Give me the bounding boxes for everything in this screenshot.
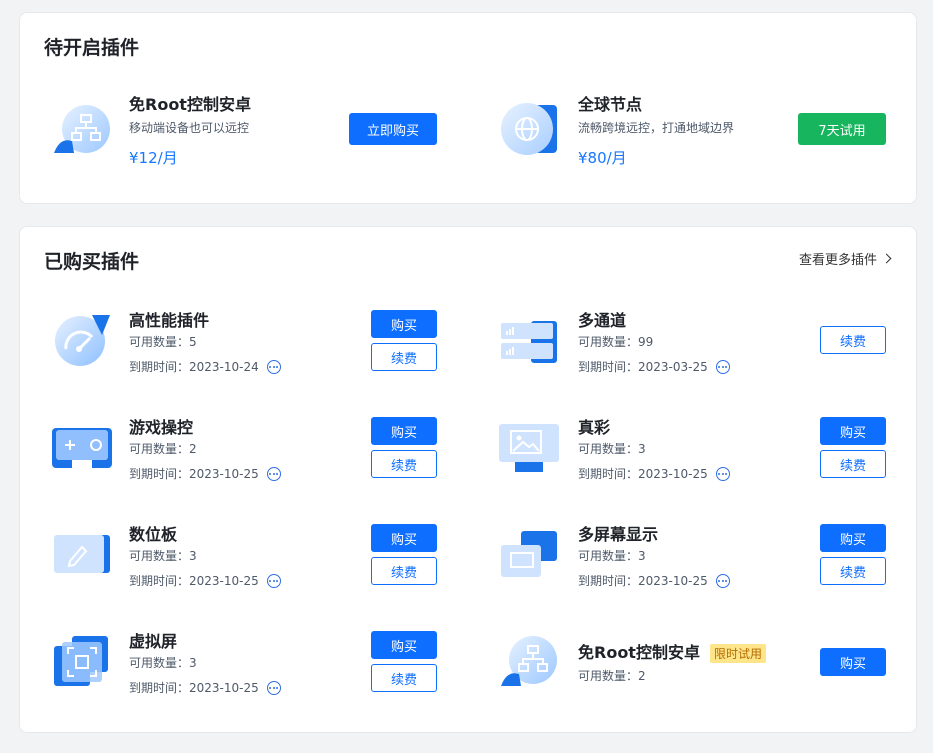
plugin-name: 高性能插件 bbox=[129, 311, 210, 330]
gamepad-icon bbox=[52, 418, 112, 478]
buy-now-button[interactable]: 立即购买 bbox=[349, 113, 437, 145]
buy-button[interactable]: 购买 bbox=[820, 648, 886, 676]
available-qty: 可用数量： 3 bbox=[578, 441, 646, 457]
view-more-label: 查看更多插件 bbox=[798, 253, 877, 268]
available-qty: 可用数量： 3 bbox=[578, 548, 646, 564]
expire-date: 到期时间： 2023-10-25 bbox=[129, 679, 281, 696]
expire-date: 到期时间： 2023-03-25 bbox=[578, 358, 730, 375]
plugin-price: ¥80/月 bbox=[578, 149, 627, 167]
plugin-name: 真彩 bbox=[578, 418, 611, 437]
renew-button[interactable]: 续费 bbox=[371, 557, 437, 585]
buy-button[interactable]: 购买 bbox=[820, 417, 886, 445]
buy-button[interactable]: 购买 bbox=[371, 524, 437, 552]
expire-date: 到期时间： 2023-10-25 bbox=[578, 572, 730, 589]
buy-button[interactable]: 购买 bbox=[371, 417, 437, 445]
buy-button[interactable]: 购买 bbox=[371, 310, 437, 338]
pen-tablet-icon bbox=[52, 525, 112, 585]
more-options-icon[interactable] bbox=[266, 359, 281, 374]
available-qty: 可用数量： 5 bbox=[129, 334, 197, 350]
renew-button[interactable]: 续费 bbox=[820, 326, 886, 354]
expire-date: 到期时间： 2023-10-25 bbox=[578, 465, 730, 482]
plugin-name: 多通道 bbox=[578, 311, 627, 330]
globe-icon bbox=[499, 101, 559, 161]
free-trial-button[interactable]: 7天试用 bbox=[798, 113, 886, 145]
available-qty: 可用数量： 2 bbox=[129, 441, 197, 457]
more-options-icon[interactable] bbox=[715, 359, 730, 374]
section-title-purchased: 已购买插件 bbox=[44, 251, 140, 273]
more-options-icon[interactable] bbox=[266, 680, 281, 695]
available-qty: 可用数量： 3 bbox=[129, 548, 197, 564]
pending-plugins-card: 待开启插件 免Root控制安卓 移动端设备也可以远控 ¥12/月 立即购买 全球… bbox=[19, 12, 917, 204]
multi-channel-icon bbox=[499, 311, 559, 371]
plugin-name: 全球节点 bbox=[578, 95, 643, 114]
multi-screen-icon bbox=[499, 525, 559, 585]
plugin-name: 免Root控制安卓 bbox=[129, 95, 251, 114]
view-more-plugins-link[interactable]: 查看更多插件 bbox=[798, 249, 892, 268]
renew-button[interactable]: 续费 bbox=[371, 343, 437, 371]
speedometer-icon bbox=[52, 311, 112, 371]
buy-button[interactable]: 购买 bbox=[820, 524, 886, 552]
plugin-price: ¥12/月 bbox=[129, 149, 178, 167]
plugin-name: 免Root控制安卓 限时试用 bbox=[578, 639, 766, 663]
section-title-pending: 待开启插件 bbox=[44, 37, 140, 59]
android-flowchart-icon bbox=[499, 632, 559, 692]
virtual-screen-icon bbox=[52, 632, 112, 692]
available-qty: 可用数量： 2 bbox=[578, 668, 646, 684]
more-options-icon[interactable] bbox=[715, 466, 730, 481]
android-flowchart-icon bbox=[52, 101, 112, 161]
buy-button[interactable]: 购买 bbox=[371, 631, 437, 659]
more-options-icon[interactable] bbox=[715, 573, 730, 588]
renew-button[interactable]: 续费 bbox=[371, 450, 437, 478]
expire-date: 到期时间： 2023-10-24 bbox=[129, 358, 281, 375]
more-options-icon[interactable] bbox=[266, 573, 281, 588]
plugin-desc: 流畅跨境远控，打通地域边界 bbox=[578, 121, 735, 135]
available-qty: 可用数量： 99 bbox=[578, 334, 654, 350]
plugin-name: 虚拟屏 bbox=[129, 632, 178, 651]
plugin-name: 游戏操控 bbox=[129, 418, 194, 437]
purchased-plugins-card: 已购买插件 查看更多插件 高性能插件 可用数量： 5 到期时间： 2023-10-2… bbox=[19, 226, 917, 733]
expire-date: 到期时间： 2023-10-25 bbox=[129, 465, 281, 482]
plugin-desc: 移动端设备也可以远控 bbox=[129, 121, 250, 135]
plugin-name: 数位板 bbox=[129, 525, 178, 544]
chevron-right-icon bbox=[881, 253, 892, 264]
renew-button[interactable]: 续费 bbox=[371, 664, 437, 692]
renew-button[interactable]: 续费 bbox=[820, 450, 886, 478]
image-icon bbox=[499, 418, 559, 478]
available-qty: 可用数量： 3 bbox=[129, 655, 197, 671]
more-options-icon[interactable] bbox=[266, 466, 281, 481]
renew-button[interactable]: 续费 bbox=[820, 557, 886, 585]
expire-date: 到期时间： 2023-10-25 bbox=[129, 572, 281, 589]
limited-trial-badge: 限时试用 bbox=[709, 644, 766, 663]
plugin-name: 多屏幕显示 bbox=[578, 525, 659, 544]
